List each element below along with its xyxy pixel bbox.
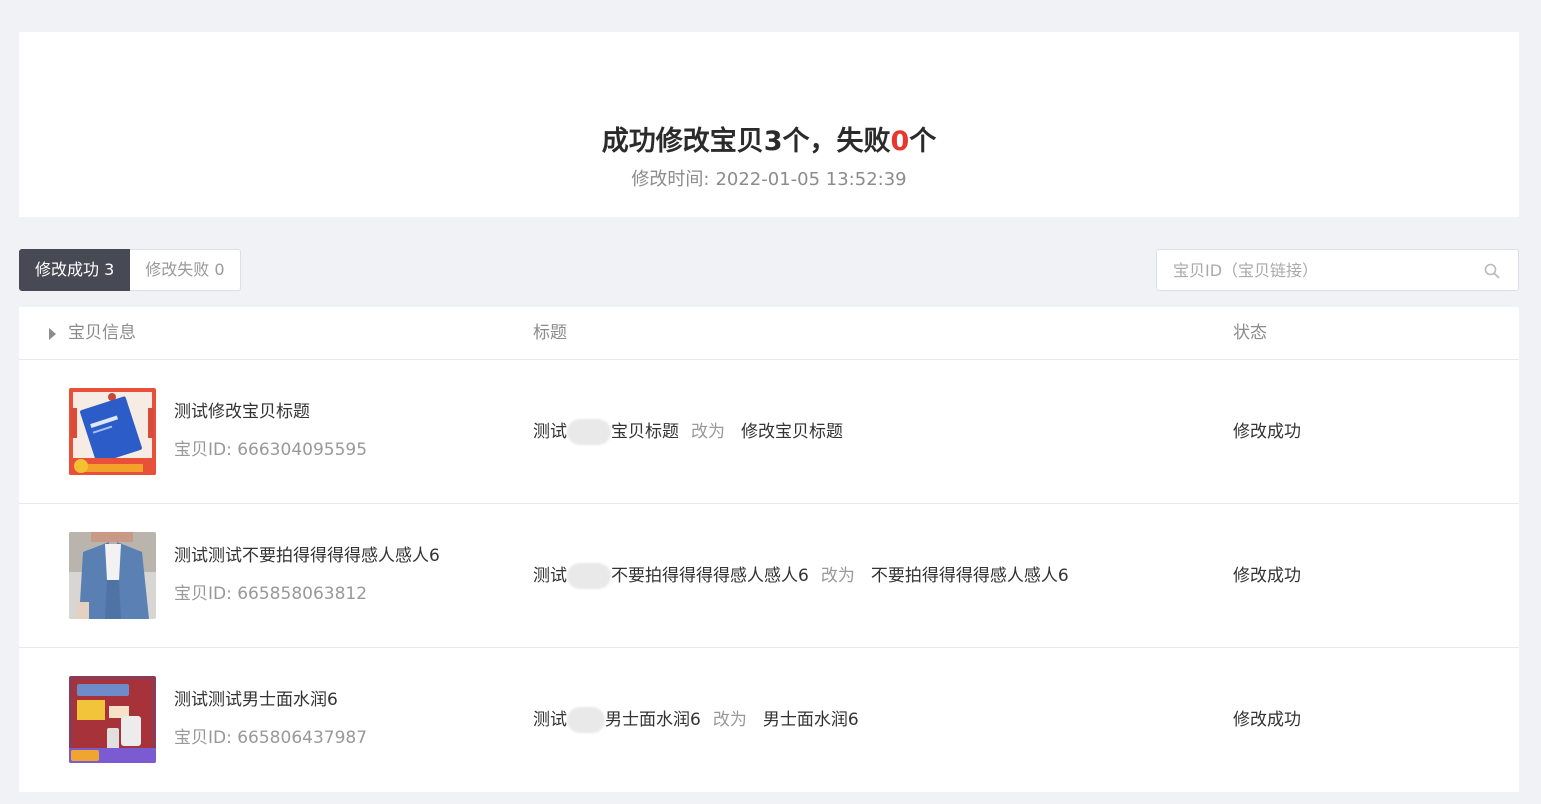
change-to-label: 改为 bbox=[820, 566, 855, 586]
item-name[interactable]: 测试测试男士面水润6 bbox=[174, 687, 338, 713]
table-row: 测试测试男士面水润6 宝贝ID: 665806437987 测试 男士面水润6 改… bbox=[19, 648, 1519, 792]
old-title-suffix: 不要拍得得得得感人感人6 bbox=[611, 566, 809, 586]
header-item-info[interactable]: 宝贝信息 bbox=[49, 307, 136, 360]
result-summary-panel: 成功修改宝贝3个，失败0个 修改时间: 2022-01-05 13:52:39 bbox=[19, 32, 1519, 217]
change-to-label: 改为 bbox=[691, 422, 725, 442]
expand-caret-icon[interactable] bbox=[49, 327, 56, 340]
old-title: 测试 不要拍得得得得感人感人6 bbox=[533, 562, 809, 590]
item-thumbnail[interactable] bbox=[69, 388, 156, 475]
result-summary-title: 成功修改宝贝3个，失败0个 bbox=[19, 122, 1519, 162]
title-change: 测试 男士面水润6 改为 男士面水润6 bbox=[533, 706, 859, 734]
blurred-text bbox=[567, 419, 611, 445]
fail-count: 0 bbox=[890, 126, 910, 157]
old-title-prefix: 测试 bbox=[533, 566, 567, 586]
new-title: 修改宝贝标题 bbox=[741, 422, 843, 442]
summary-title-suffix: 个 bbox=[909, 126, 937, 157]
old-title-prefix: 测试 bbox=[533, 422, 567, 442]
search-icon[interactable] bbox=[1484, 263, 1500, 279]
item-name[interactable]: 测试修改宝贝标题 bbox=[174, 399, 310, 425]
summary-title-prefix: 成功修改宝贝 bbox=[601, 126, 764, 157]
item-id: 宝贝ID: 665806437987 bbox=[174, 728, 368, 748]
header-status: 状态 bbox=[1233, 323, 1267, 343]
result-tabs: 修改成功 3 修改失败 0 bbox=[19, 249, 241, 291]
table-row: 测试修改宝贝标题 宝贝ID: 666304095595 测试 宝贝标题 改为 修改… bbox=[19, 360, 1519, 504]
success-count: 3 bbox=[763, 126, 783, 157]
status-text: 修改成功 bbox=[1233, 566, 1301, 586]
status-text: 修改成功 bbox=[1233, 422, 1301, 442]
result-table: 宝贝信息 标题 状态 测试修改宝贝标题 宝贝ID: 666304095595 测… bbox=[19, 307, 1519, 792]
title-change: 测试 宝贝标题 改为 修改宝贝标题 bbox=[533, 418, 843, 446]
tab-failed[interactable]: 修改失败 0 bbox=[130, 249, 241, 291]
blurred-text bbox=[567, 707, 605, 733]
title-change: 测试 不要拍得得得得感人感人6 改为 不要拍得得得得感人感人6 bbox=[533, 562, 1069, 590]
summary-title-middle: 个，失败 bbox=[782, 126, 891, 157]
modify-time-label: 修改时间: bbox=[631, 169, 710, 190]
old-title: 测试 宝贝标题 bbox=[533, 418, 679, 446]
tab-success[interactable]: 修改成功 3 bbox=[19, 249, 131, 291]
header-title: 标题 bbox=[533, 323, 567, 343]
old-title: 测试 男士面水润6 bbox=[533, 706, 701, 734]
old-title-suffix: 宝贝标题 bbox=[611, 422, 679, 442]
old-title-suffix: 男士面水润6 bbox=[605, 710, 701, 730]
old-title-prefix: 测试 bbox=[533, 710, 567, 730]
item-name[interactable]: 测试测试不要拍得得得得感人感人6 bbox=[174, 543, 440, 569]
table-row: 测试测试不要拍得得得得感人感人6 宝贝ID: 665858063812 测试 不要… bbox=[19, 504, 1519, 648]
table-header: 宝贝信息 标题 状态 bbox=[19, 307, 1519, 360]
item-search-box bbox=[1156, 249, 1519, 291]
item-search-input[interactable] bbox=[1157, 250, 1518, 290]
status-text: 修改成功 bbox=[1233, 710, 1301, 730]
modify-time-value: 2022-01-05 13:52:39 bbox=[715, 169, 907, 190]
new-title: 不要拍得得得得感人感人6 bbox=[870, 566, 1069, 586]
blurred-text bbox=[567, 563, 611, 589]
header-item-info-label: 宝贝信息 bbox=[68, 323, 136, 343]
item-id: 宝贝ID: 666304095595 bbox=[174, 440, 368, 460]
new-title: 男士面水润6 bbox=[762, 710, 859, 730]
modify-time: 修改时间: 2022-01-05 13:52:39 bbox=[19, 167, 1519, 193]
item-id: 宝贝ID: 665858063812 bbox=[174, 584, 368, 604]
change-to-label: 改为 bbox=[712, 710, 747, 730]
item-thumbnail[interactable] bbox=[69, 532, 156, 619]
item-thumbnail[interactable] bbox=[69, 676, 156, 763]
